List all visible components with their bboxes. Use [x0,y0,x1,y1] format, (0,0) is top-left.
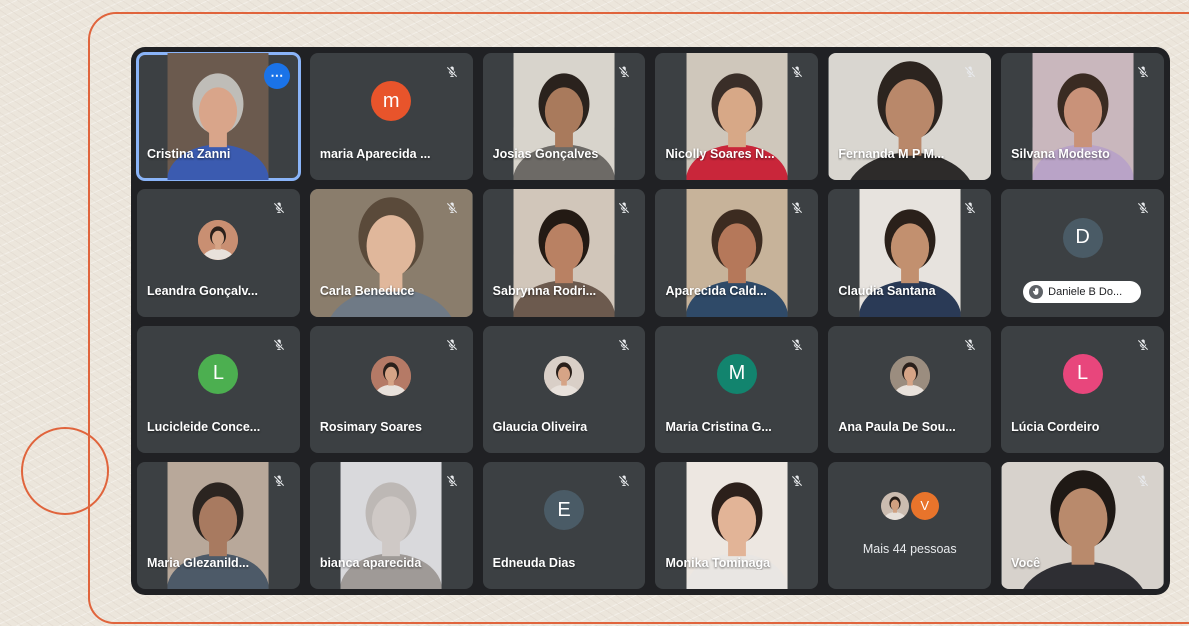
participant-tile[interactable]: Aparecida Cald... [655,189,819,317]
participant-name: Maria Glezanild... [147,556,250,570]
participant-name: Cristina Zanni [147,147,231,162]
participant-avatar: M [716,353,757,394]
mini-avatar-initial: V [910,491,939,520]
participant-name: Monika Tominaga [665,556,771,570]
participant-tile[interactable]: Você [1001,461,1164,589]
mic-off-icon [786,334,808,356]
participant-avatar: L [1062,353,1103,394]
participant-tile[interactable]: Nicolly Soares N... [655,53,819,181]
mic-off-icon [786,61,808,83]
participant-name: Rosimary Soares [319,419,422,434]
mic-off-icon [1132,61,1154,83]
participant-tile[interactable]: Carla Beneduce [309,189,473,317]
participant-tile[interactable]: E Edneuda Dias [482,461,646,589]
participant-tile[interactable]: m maria Aparecida ... [309,53,473,181]
mic-off-icon [1132,197,1154,219]
participant-name: Ana Paula De Sou... [838,419,956,434]
participant-avatar: L [198,353,239,394]
participant-name: Lúcia Cordeiro [1011,419,1100,434]
participant-tile[interactable]: V Mais 44 pessoas [828,461,992,589]
participant-tile[interactable]: M Maria Cristina G... [655,325,819,453]
participant-name: maria Aparecida ... [319,147,431,162]
more-participants-label[interactable]: Mais 44 pessoas [828,542,991,556]
participant-name: Aparecida Cald... [665,283,767,298]
participant-tile[interactable]: Sabrynna Rodri... [482,189,646,317]
mic-off-icon [613,197,635,219]
participant-name: Carla Beneduce [319,283,415,298]
participant-profile-photo [198,220,239,261]
participant-avatar: E [544,490,585,531]
mini-avatar-photo [880,491,909,520]
mic-off-icon [441,470,463,492]
participant-name: Sabrynna Rodri... [492,283,597,298]
participant-name: Maria Cristina G... [665,419,772,434]
participant-tile[interactable]: Glaucia Oliveira [482,325,646,453]
mic-off-icon [786,470,808,492]
more-participants-avatars: V [828,491,991,520]
participant-tile[interactable]: Maria Glezanild... [137,461,300,589]
mic-off-icon [268,334,290,356]
participant-name: Josias Gonçalves [492,147,599,162]
mic-off-icon [959,334,981,356]
participant-tile[interactable]: Monika Tominaga [655,461,819,589]
more-options-icon[interactable]: ⋯ [263,63,290,89]
participant-name: Daniele B Do... [1048,285,1123,298]
mic-off-icon [613,334,635,356]
participant-name: Silvana Modesto [1011,147,1110,162]
participant-name: Lucicleide Conce... [147,419,261,434]
mic-off-icon [441,197,463,219]
participant-tile[interactable]: L Lucicleide Conce... [137,325,300,453]
participant-tile[interactable]: ⋯ Cristina Zanni [136,51,301,182]
mic-off-icon [613,470,635,492]
raised-hand-name-pill: Daniele B Do... [1023,280,1142,303]
mic-off-icon [1132,470,1154,492]
participant-name: Leandra Gonçalv... [147,283,258,298]
participant-name: Edneuda Dias [492,556,576,570]
participant-tile[interactable]: Silvana Modesto [1001,53,1164,181]
participant-tile[interactable]: Claudia Santana [828,189,992,317]
participant-tile[interactable]: Leandra Gonçalv... [137,189,300,317]
mic-off-icon [268,197,290,219]
participant-name: Nicolly Soares N... [665,147,775,162]
mic-off-icon [959,197,981,219]
participant-tile[interactable]: Josias Gonçalves [482,53,646,181]
participant-tile[interactable]: bianca aparecida [309,461,473,589]
meeting-participant-grid: ⋯ Cristina Zanni m maria Aparecida ... Josia… [131,47,1170,595]
participant-avatar: m [371,81,412,122]
participant-profile-photo [889,356,930,397]
participant-name: bianca aparecida [319,556,422,570]
participant-name: Você [1011,556,1041,570]
participant-name: Fernanda M P M... [838,147,945,162]
mic-off-icon [786,197,808,219]
participant-name: Glaucia Oliveira [492,419,588,434]
participant-avatar: D [1062,217,1103,258]
mic-off-icon [268,470,290,492]
mic-off-icon [959,61,981,83]
participant-tile[interactable]: Rosimary Soares [309,325,473,453]
participant-tile[interactable]: L Lúcia Cordeiro [1001,325,1164,453]
decorative-circle [21,427,109,515]
participant-profile-photo [371,356,412,397]
mic-off-icon [613,61,635,83]
mic-off-icon [1132,334,1154,356]
participant-profile-photo [544,356,585,397]
mic-off-icon [441,334,463,356]
participant-name: Claudia Santana [838,283,936,298]
participant-tile[interactable]: D Daniele B Do... [1001,189,1164,317]
raised-hand-icon [1029,284,1044,299]
participant-tile[interactable]: Fernanda M P M... [828,53,992,181]
participant-tile[interactable]: Ana Paula De Sou... [828,325,992,453]
mic-off-icon [441,61,463,83]
